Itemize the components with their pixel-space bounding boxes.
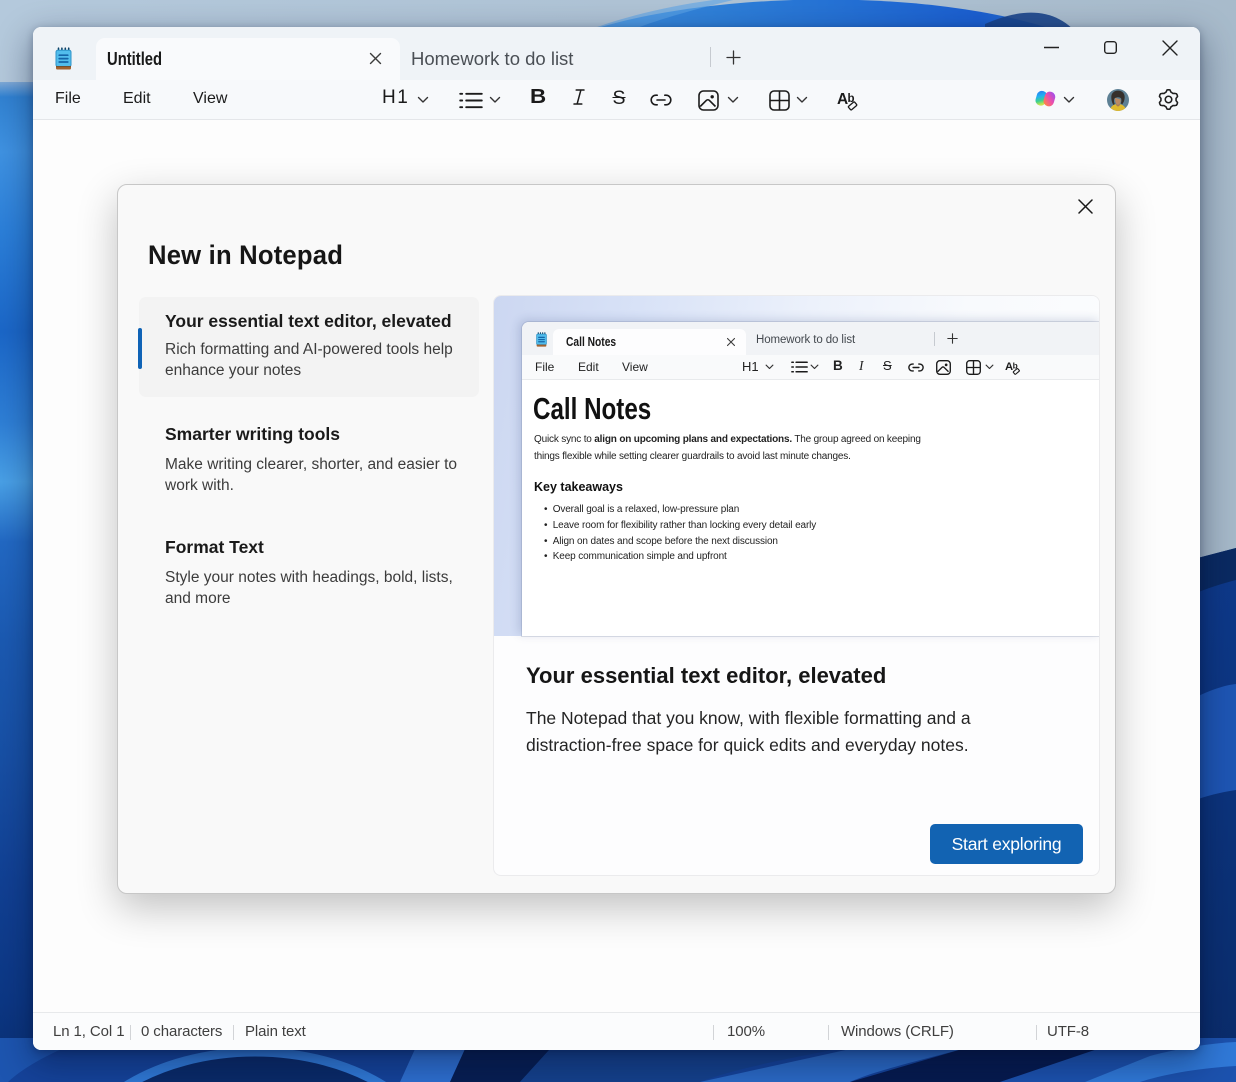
svg-text:A: A	[1005, 361, 1013, 373]
